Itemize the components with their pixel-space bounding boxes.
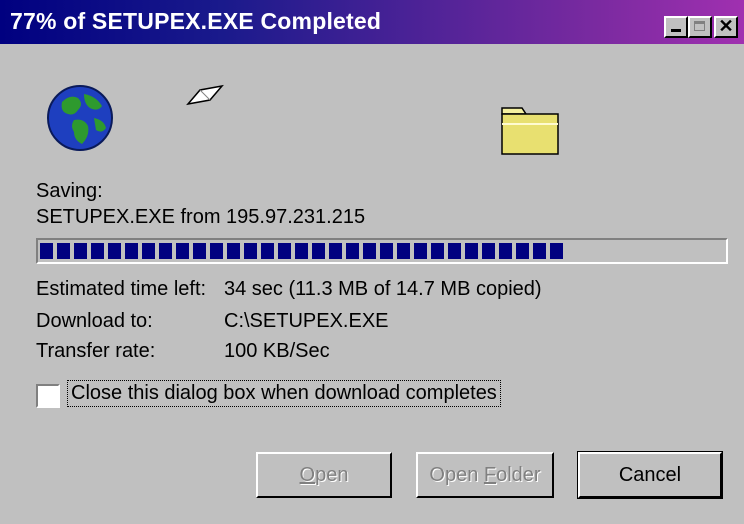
close-when-done-label[interactable]: Close this dialog box when download comp…: [67, 380, 501, 407]
close-when-done-checkbox[interactable]: [36, 384, 60, 408]
close-icon: ✕: [718, 16, 734, 36]
open-folder-button[interactable]: Open Folder: [416, 452, 554, 498]
transfer-rate-label: Transfer rate:: [36, 340, 156, 362]
time-left-label: Estimated time left:: [36, 278, 207, 300]
close-button[interactable]: ✕: [714, 16, 738, 38]
file-source-line: SETUPEX.EXE from 195.97.231.215: [36, 206, 366, 228]
flying-paper-icon: [186, 84, 224, 106]
open-folder-label-pre: Open: [429, 464, 484, 486]
progress-fill: [40, 243, 567, 259]
minimize-icon: [671, 29, 681, 32]
download-progress-bar: [36, 238, 728, 264]
saving-label: Saving:: [36, 180, 103, 202]
time-left-value: 34 sec (11.3 MB of 14.7 MB copied): [224, 278, 542, 300]
download-to-value: C:\SETUPEX.EXE: [224, 310, 389, 332]
open-folder-accel: F: [483, 464, 497, 486]
download-dialog: 77% of SETUPEX.EXE Completed ✕ Saving: S…: [0, 0, 744, 524]
download-to-label: Download to:: [36, 310, 153, 332]
open-folder-label-post: older: [496, 464, 541, 486]
globe-icon: [47, 85, 113, 151]
open-button[interactable]: Open: [256, 452, 392, 498]
cancel-button[interactable]: Cancel: [577, 451, 723, 499]
minimize-button[interactable]: [664, 16, 688, 38]
open-button-accel: O: [299, 464, 316, 486]
open-button-label-post: pen: [315, 464, 349, 486]
title-bar[interactable]: 77% of SETUPEX.EXE Completed ✕: [0, 0, 744, 44]
window-title: 77% of SETUPEX.EXE Completed: [10, 8, 382, 34]
transfer-rate-value: 100 KB/Sec: [224, 340, 330, 362]
folder-icon: [501, 107, 559, 155]
maximize-button: [688, 16, 712, 38]
maximize-icon: [694, 21, 705, 31]
